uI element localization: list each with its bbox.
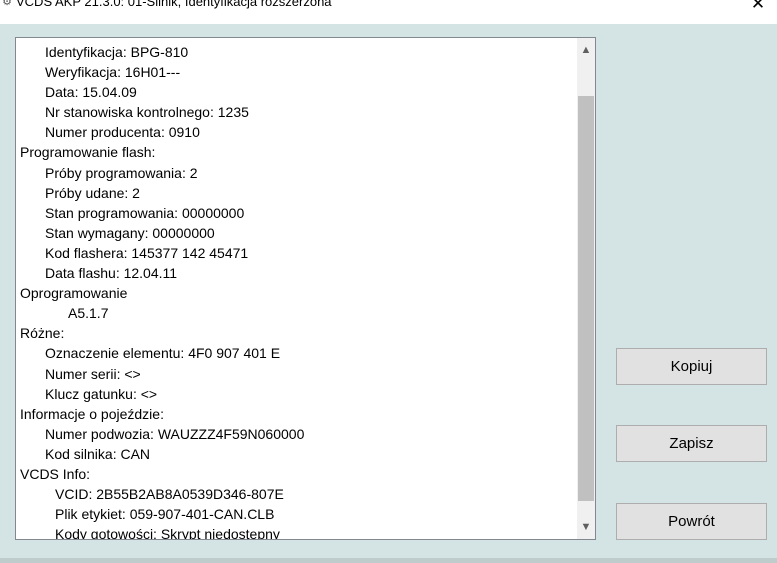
info-line: Stan programowania: 00000000 xyxy=(45,204,245,221)
info-line: Stan wymagany: 00000000 xyxy=(45,224,215,241)
info-line: Identyfikacja: BPG-810 xyxy=(45,44,189,60)
title-bar: ⚙ VCDS AKP 21.3.0: 01-Silnik, Identyfika… xyxy=(0,0,777,24)
info-line: Plik etykiet: 059-907-401-CAN.CLB xyxy=(55,506,275,523)
close-button[interactable]: ✕ xyxy=(745,0,771,15)
bottom-edge xyxy=(0,558,777,563)
info-line: VCID: 2B55B2AB8A0539D346-807E xyxy=(55,486,284,503)
info-line: Numer podwozia: WAUZZZ4F59N060000 xyxy=(45,425,305,442)
info-line: Data: 15.04.09 xyxy=(45,84,137,101)
info-line: Nr stanowiska kontrolnego: 1235 xyxy=(45,104,249,121)
info-line: Kod silnika: CAN xyxy=(45,445,151,462)
info-line: Różne: xyxy=(20,325,65,342)
identification-lines: Identyfikacja: BPG-810 Weryfikacja: 16H01… xyxy=(20,42,578,540)
info-line: Kody gotowości: Skrypt niedostępny xyxy=(55,526,280,540)
back-button[interactable]: Powrót xyxy=(616,503,767,540)
info-line: Data flashu: 12.04.11 xyxy=(45,265,178,282)
info-line: Informacje o pojeździe: xyxy=(20,405,164,422)
info-line: Próby udane: 2 xyxy=(45,184,140,201)
scroll-up-icon[interactable]: ▲ xyxy=(577,40,595,60)
info-line: Weryfikacja: 16H01--- xyxy=(45,64,181,81)
info-line: Próby programowania: 2 xyxy=(45,164,198,181)
vertical-scrollbar[interactable]: ▲ ▼ xyxy=(577,38,595,539)
info-line: Klucz gatunku: <> xyxy=(45,385,158,402)
identification-text-panel[interactable]: Identyfikacja: BPG-810 Weryfikacja: 16H01… xyxy=(15,37,596,540)
copy-button[interactable]: Kopiuj xyxy=(616,348,767,385)
info-line: Programowanie flash: xyxy=(20,144,156,161)
save-button[interactable]: Zapisz xyxy=(616,425,767,462)
scroll-down-icon[interactable]: ▼ xyxy=(577,517,595,537)
vcds-app-icon: ⚙ xyxy=(2,0,12,8)
scrollbar-thumb[interactable] xyxy=(578,96,594,501)
info-line: VCDS Info: xyxy=(20,465,91,482)
info-line: Numer producenta: 0910 xyxy=(45,124,200,141)
info-line: Oprogramowanie xyxy=(20,285,128,302)
window-title: VCDS AKP 21.3.0: 01-Silnik, Identyfikacj… xyxy=(16,0,332,9)
info-line: Numer serii: <> xyxy=(45,365,141,382)
info-line: Oznaczenie elementu: 4F0 907 401 E xyxy=(45,345,281,362)
info-line: A5.1.7 xyxy=(68,305,109,322)
info-line: Kod flashera: 145377 142 45471 xyxy=(45,244,249,261)
